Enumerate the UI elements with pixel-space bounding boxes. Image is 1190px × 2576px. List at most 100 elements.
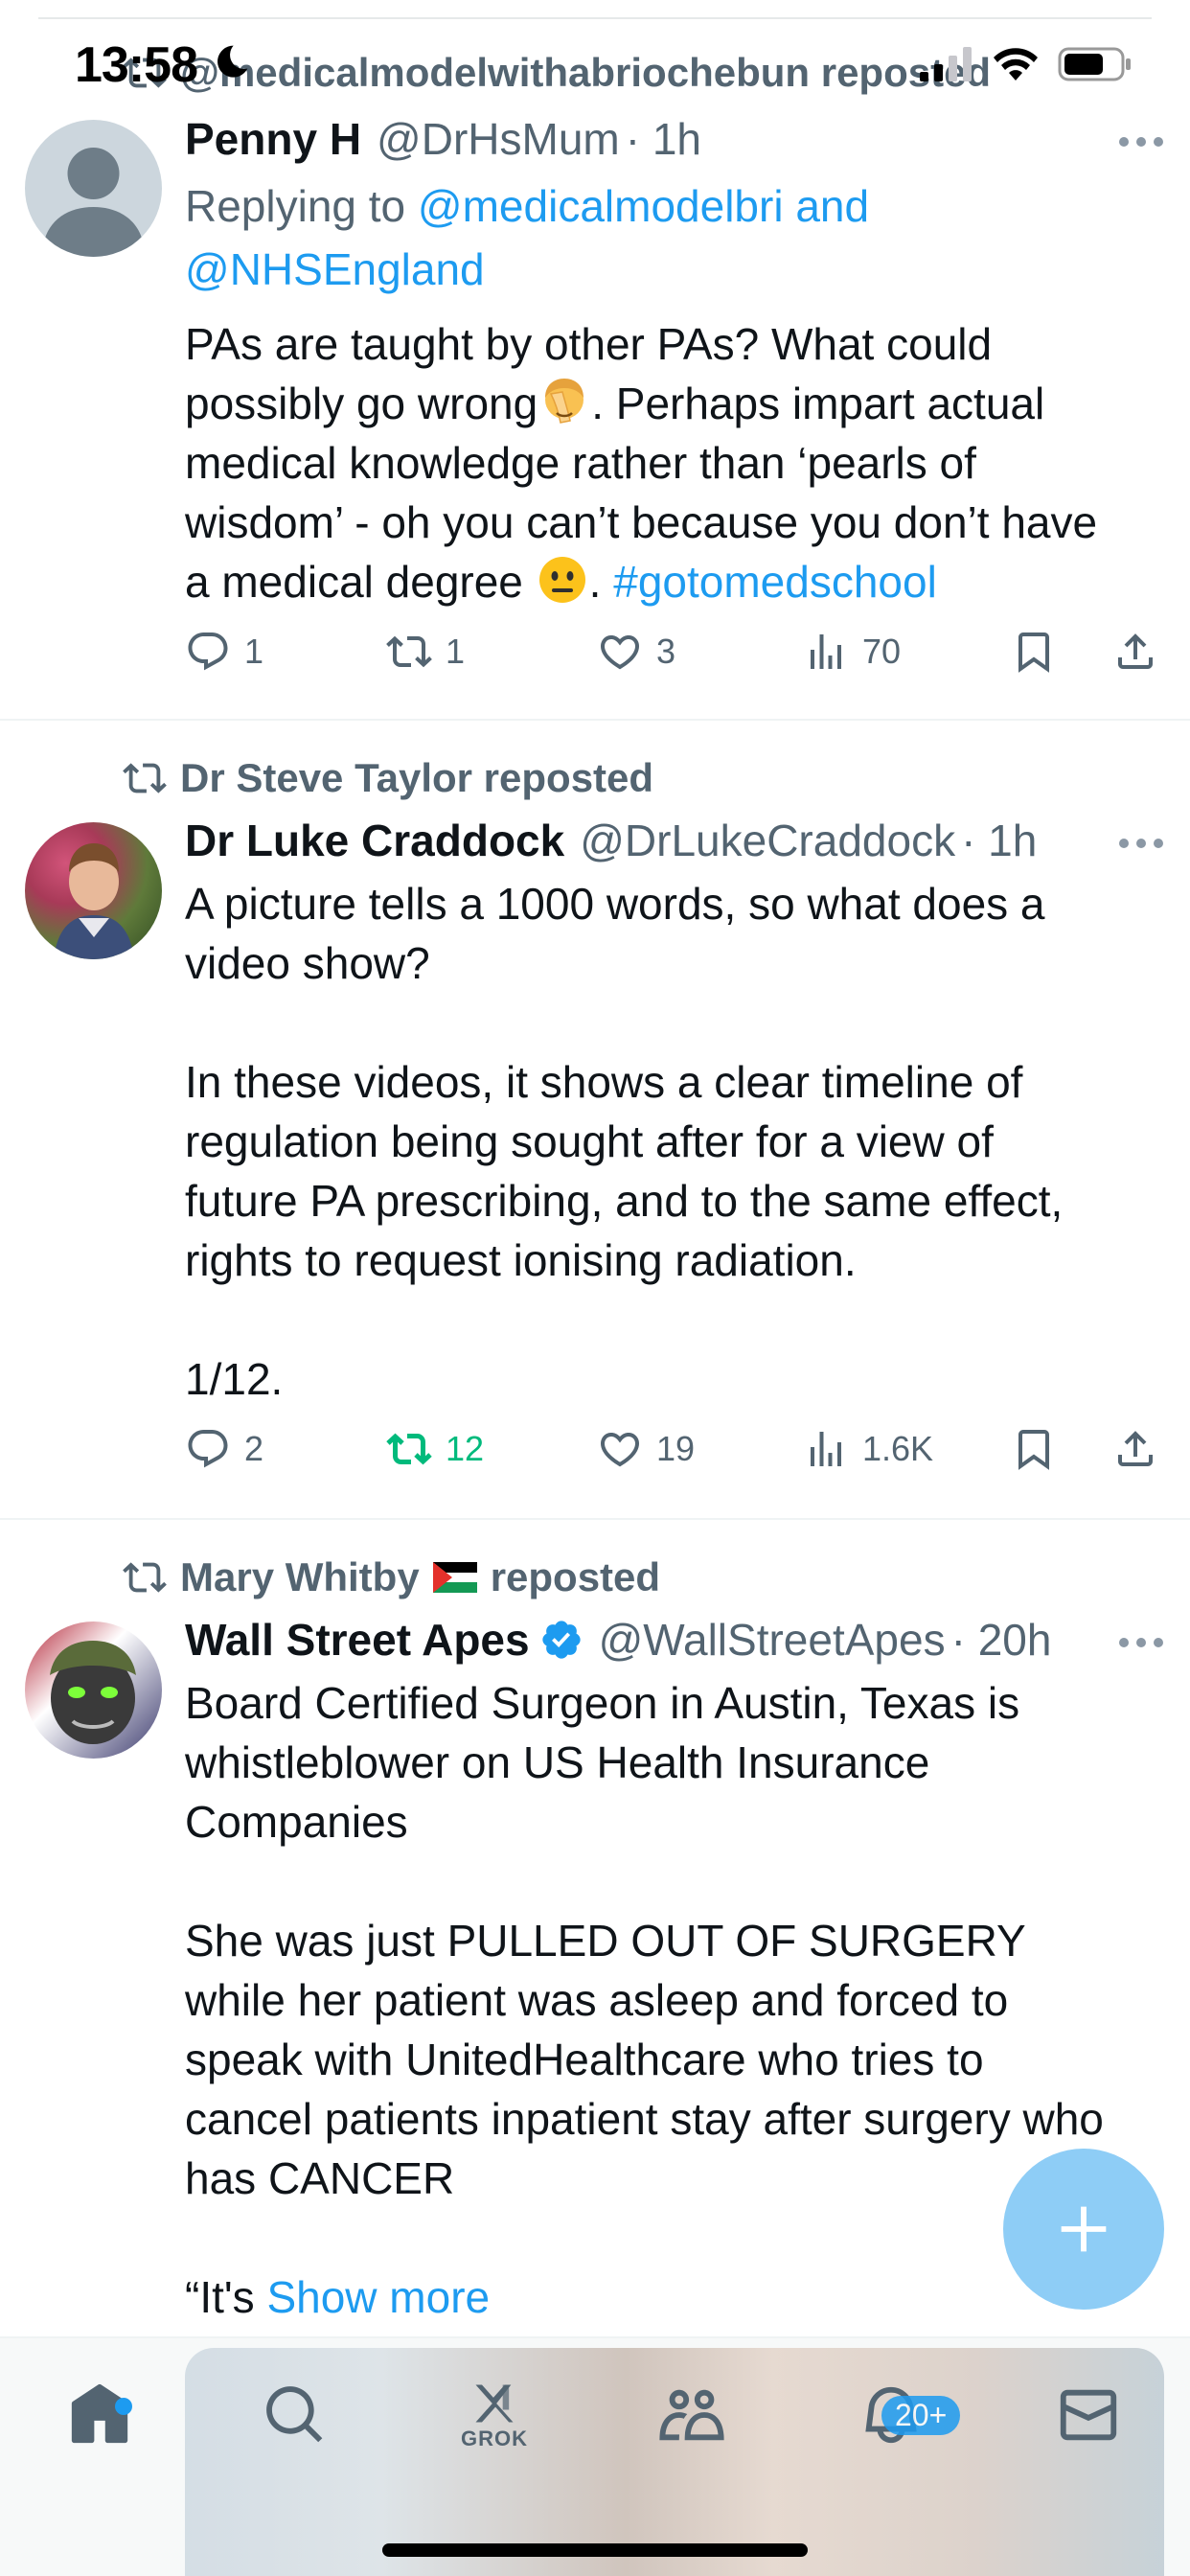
repost-context: Dr Steve Taylor reposted: [123, 755, 653, 801]
text-line: rights to request ionising radiation.: [185, 1235, 857, 1285]
text-line: Board Certified Surgeon in Austin, Texas…: [185, 1678, 1020, 1728]
nav-messages[interactable]: [1041, 2367, 1136, 2463]
face-palm-emoji-icon: [545, 379, 584, 424]
status-time: 13:58: [75, 37, 198, 93]
replying-handle-2[interactable]: @NHSEngland: [185, 244, 485, 294]
timestamp[interactable]: · 1h: [961, 815, 1037, 866]
repost-icon: [386, 1433, 432, 1465]
repost-button[interactable]: 1: [386, 629, 465, 675]
text-line: possibly go wrong . Perhaps impart actual: [185, 374, 1162, 433]
views-count: 1.6K: [862, 1429, 934, 1468]
verified-badge-icon: [541, 1621, 581, 1659]
repost-icon: [386, 635, 432, 668]
display-name[interactable]: Dr Luke Craddock: [185, 815, 564, 866]
text-line: regulation being sought after for a view…: [185, 1116, 994, 1166]
like-button[interactable]: 19: [597, 1426, 695, 1472]
repost-button[interactable]: 12: [386, 1426, 484, 1472]
show-more-link[interactable]: Show more: [266, 2272, 490, 2322]
more-options-icon[interactable]: [1117, 132, 1165, 151]
more-options-icon[interactable]: [1117, 1633, 1165, 1652]
nav-home[interactable]: [52, 2367, 148, 2463]
share-button[interactable]: [1112, 629, 1158, 675]
text-line: a medical degree . #gotomedschool: [185, 552, 1162, 611]
text-line: Companies: [185, 1797, 408, 1847]
avatar[interactable]: [25, 120, 162, 257]
heart-icon: [600, 1433, 640, 1467]
nav-grok[interactable]: GROK: [446, 2367, 542, 2463]
neutral-face-emoji-icon: [538, 557, 585, 603]
ape-avatar-image: [50, 1641, 136, 1744]
repost-by-name[interactable]: Mary Whitby: [180, 1554, 420, 1600]
text-line: future PA prescribing, and to the same e…: [185, 1176, 1064, 1226]
communities-icon: [659, 2389, 724, 2441]
text-segment: possibly go wrong: [185, 379, 538, 428]
more-options-icon[interactable]: [1117, 834, 1165, 853]
text-segment: a medical degree: [185, 557, 536, 607]
text-line: whistleblower on US Health Insurance: [185, 1737, 930, 1787]
reply-button[interactable]: 1: [185, 629, 263, 675]
plus-icon: [1061, 2206, 1107, 2252]
tweet-text: A picture tells a 1000 words, so what do…: [185, 874, 1162, 1409]
battery-icon: [1058, 47, 1131, 81]
replying-handles[interactable]: @medicalmodelbri and: [418, 181, 869, 231]
home-indicator: [382, 2543, 808, 2557]
grok-icon: [475, 2384, 514, 2423]
avatar[interactable]: [25, 822, 162, 959]
bookmark-icon: [1018, 632, 1049, 673]
profile-photo: [54, 843, 134, 959]
text-line: cancel patients inpatient stay after sur…: [185, 2094, 1104, 2144]
bookmark-icon: [1018, 1430, 1049, 1470]
repost-suffix: reposted: [490, 1554, 661, 1599]
grok-label: GROK: [461, 2426, 528, 2450]
text-line: wisdom’ - oh you can’t because you don’t…: [185, 497, 1098, 547]
text-segment: . Perhaps impart actual: [591, 379, 1045, 428]
envelope-icon: [1060, 2389, 1117, 2441]
like-count: 3: [656, 632, 676, 671]
action-bar: 2 12 19 1.6K: [185, 1426, 1162, 1484]
bookmark-button[interactable]: [1011, 629, 1057, 675]
action-bar: 1 1 3 70: [185, 629, 1162, 686]
avatar[interactable]: [25, 1622, 162, 1759]
share-button[interactable]: [1112, 1426, 1158, 1472]
text-line: A picture tells a 1000 words, so what do…: [185, 879, 1045, 929]
views-button[interactable]: 1.6K: [803, 1426, 933, 1472]
repost-count: 12: [446, 1429, 485, 1468]
reply-icon: [188, 632, 228, 671]
tweet-header: Dr Luke Craddock @DrLukeCraddock · 1h: [185, 815, 1161, 866]
text-line: PAs are taught by other PAs? What could: [185, 319, 993, 369]
signal-icon: [920, 47, 972, 81]
compose-button[interactable]: [1003, 2149, 1164, 2310]
reply-icon: [188, 1430, 228, 1468]
repost-icon: [123, 1562, 167, 1593]
text-line: while her patient was asleep and forced …: [185, 1975, 1009, 2025]
reply-button[interactable]: 2: [185, 1426, 263, 1472]
heart-icon: [600, 635, 640, 670]
notifications-badge: 20+: [881, 2396, 961, 2435]
like-count: 19: [656, 1429, 696, 1468]
text-line: speak with UnitedHealthcare who tries to: [185, 2035, 984, 2084]
timestamp[interactable]: · 20h: [951, 1614, 1052, 1666]
nav-icons: GROK 20+: [0, 2367, 1190, 2482]
hashtag-link[interactable]: #gotomedschool: [613, 557, 937, 607]
repost-count: 1: [446, 632, 466, 671]
views-chart-icon: [811, 634, 841, 669]
views-button[interactable]: 70: [803, 629, 901, 675]
handle[interactable]: @DrLukeCraddock: [580, 815, 955, 866]
nav-search[interactable]: [247, 2367, 343, 2463]
repost-by[interactable]: Dr Steve Taylor reposted: [180, 755, 653, 801]
like-button[interactable]: 3: [597, 629, 675, 675]
display-name[interactable]: Wall Street Apes: [185, 1614, 530, 1666]
nav-communities[interactable]: [644, 2367, 740, 2463]
search-icon: [266, 2386, 323, 2443]
handle[interactable]: @WallStreetApes: [599, 1614, 946, 1666]
status-icons: [920, 46, 1133, 82]
bottom-nav: GROK 20+: [0, 2336, 1190, 2576]
status-bar: 13:58: [0, 0, 1190, 125]
text-line: medical knowledge rather than ‘pearls of: [185, 438, 976, 488]
tweet-2[interactable]: Dr Steve Taylor reposted Dr Luke Craddoc…: [0, 721, 1190, 1518]
text-line: 1/12.: [185, 1354, 284, 1404]
moon-icon: [217, 45, 248, 78]
bookmark-button[interactable]: [1011, 1426, 1057, 1472]
tweet-header: Wall Street Apes @WallStreetApes · 20h: [185, 1614, 1161, 1666]
text-line: “It's Show more: [185, 2267, 1162, 2327]
